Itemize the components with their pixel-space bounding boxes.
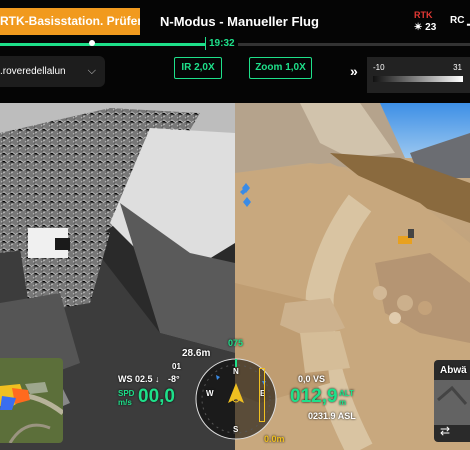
altitude-scale <box>259 368 265 422</box>
compass-north: N <box>233 367 239 376</box>
hud-alt-label: ALT <box>339 389 354 398</box>
hud-wind-small: 01 <box>172 362 181 371</box>
compass-south: S <box>233 425 239 434</box>
location-value: .roveredellalun <box>0 66 66 77</box>
hud-altitude: 012,9 <box>290 386 338 407</box>
hud-asl: 0231.9 ASL <box>308 411 356 421</box>
zoom-button[interactable]: Zoom 1,0X <box>249 57 312 79</box>
satellite-count: 23 <box>425 22 437 33</box>
double-arrow-icon[interactable]: » <box>350 63 358 79</box>
hud-wind-speed: WS 02.5 ↓ <box>118 374 160 384</box>
flight-time: 19:32 <box>205 37 238 50</box>
satellite-status[interactable]: ✴ 23 <box>414 22 436 33</box>
hud-heading: 075 <box>228 338 244 348</box>
rtk-warning-banner[interactable]: RTK-Basisstation. Prüfen, c <box>0 8 140 35</box>
compass-west: W <box>206 389 214 398</box>
hud-bottom-distance: 0.0m <box>264 434 285 444</box>
pip-view[interactable]: Abwä ⇄ <box>434 360 470 442</box>
thermal-gradient-bar <box>373 76 463 82</box>
swap-icon[interactable]: ⇄ <box>440 424 450 438</box>
rc-signal-status[interactable]: RC ▁ <box>450 15 470 26</box>
hud-pitch: -8° <box>168 374 180 384</box>
hud-spd-label: SPD <box>118 389 135 398</box>
warning-text: RTK-Basisstation. Prüfen, c <box>0 14 140 28</box>
hud-alt-labels: ALT m <box>339 389 354 407</box>
hud-spd-unit: m/s <box>118 398 132 407</box>
hud-speed-labels: SPD m/s <box>118 389 134 407</box>
satellite-icon: ✴ <box>414 22 423 33</box>
flight-mode-title: N-Modus - Manueller Flug <box>160 14 319 29</box>
rc-label: RC <box>450 15 465 26</box>
ir-zoom-button[interactable]: IR 2,0X <box>174 57 222 79</box>
timeline-knob[interactable] <box>89 40 95 46</box>
thermal-max: 31 <box>453 63 462 72</box>
hud-speed: 00,0 <box>138 386 175 407</box>
thermal-min: -10 <box>373 63 385 72</box>
timeline-progress <box>0 43 207 46</box>
compass: W E S N <box>192 355 280 443</box>
hud-vertical-speed: 0,0 VS <box>298 374 326 384</box>
thermal-scale[interactable]: -10 31 <box>367 57 470 93</box>
chevron-down-icon: ⌵ <box>87 65 96 77</box>
location-select[interactable]: .roveredellalun ⌵ <box>0 56 105 87</box>
hud-alt-unit: m <box>339 398 347 407</box>
minimap[interactable] <box>0 358 63 443</box>
rtk-label: RTK <box>414 10 433 20</box>
